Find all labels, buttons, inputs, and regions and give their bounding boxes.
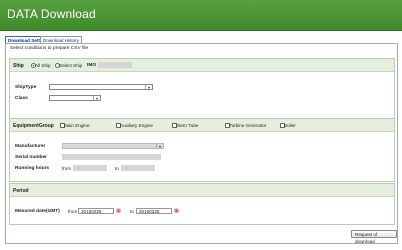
period-from-input[interactable]: 20160225 <box>78 208 114 214</box>
boiler-label: Boiler <box>284 122 296 128</box>
imo-field[interactable] <box>98 62 132 68</box>
running-to-label: to <box>115 166 119 171</box>
measured-date-label: Mesured date(GMT) <box>15 209 60 214</box>
equipment-section: EquipmentGroup Main Engine Auxiliary Eng… <box>9 118 395 182</box>
ship-section-title: Ship <box>13 62 24 69</box>
shiptype-select[interactable]: ▾ <box>49 84 153 90</box>
class-select[interactable]: ▾ <box>49 95 101 101</box>
period-section: Period Mesured date(GMT) from 20160225 ▦… <box>9 183 395 225</box>
equipment-section-header: EquipmentGroup Main Engine Auxiliary Eng… <box>10 119 394 132</box>
chevron-down-icon: ▾ <box>145 85 152 90</box>
calendar-icon[interactable]: ▦ <box>115 208 122 214</box>
ship-section-header: Ship All Ship Select Ship IMO <box>10 59 394 72</box>
all-ship-label: All Ship <box>35 62 51 68</box>
chevron-down-icon: ▾ <box>156 144 163 149</box>
imo-label: IMO <box>87 62 97 68</box>
chevron-down-icon: ▾ <box>93 96 100 101</box>
main-engine-label: Main Engine <box>64 122 90 128</box>
instruction-text: Select conditions to prepare CSV file <box>10 46 89 51</box>
serial-number-label: Serial number <box>15 155 47 160</box>
running-from-label: from <box>62 166 72 171</box>
page-title: DATA Download <box>7 7 96 21</box>
running-hours-from-field[interactable] <box>73 165 107 171</box>
period-section-title: Period <box>13 187 29 194</box>
period-from-label: from <box>68 209 78 214</box>
period-to-label: to <box>130 209 134 214</box>
class-label: Class <box>15 96 28 101</box>
auxiliary-engine-label: Auxiliary Engine <box>120 122 153 128</box>
select-ship-label: Select Ship <box>59 62 83 68</box>
turbine-generator-label: Turbine Generator <box>229 122 267 128</box>
serial-number-field[interactable] <box>62 154 161 160</box>
period-to-input[interactable]: 20160325 <box>136 208 172 214</box>
period-section-header: Period <box>10 184 394 197</box>
request-download-button[interactable]: Request of download <box>351 230 397 244</box>
manufacturer-label: Manufacturer <box>15 144 46 149</box>
shiptype-label: ShipType <box>15 85 37 90</box>
equipment-section-title: EquipmentGroup <box>13 122 54 129</box>
app-header: DATA Download <box>0 0 402 31</box>
stern-tube-label: Stern Tube <box>176 122 199 128</box>
download-setting-panel: Select conditions to prepare CSV file Sh… <box>5 43 398 244</box>
manufacturer-select[interactable]: ▾ <box>62 143 164 149</box>
running-hours-to-field[interactable] <box>121 165 155 171</box>
running-hours-label: Running hours <box>15 166 50 171</box>
calendar-icon[interactable]: ▦ <box>173 208 180 214</box>
